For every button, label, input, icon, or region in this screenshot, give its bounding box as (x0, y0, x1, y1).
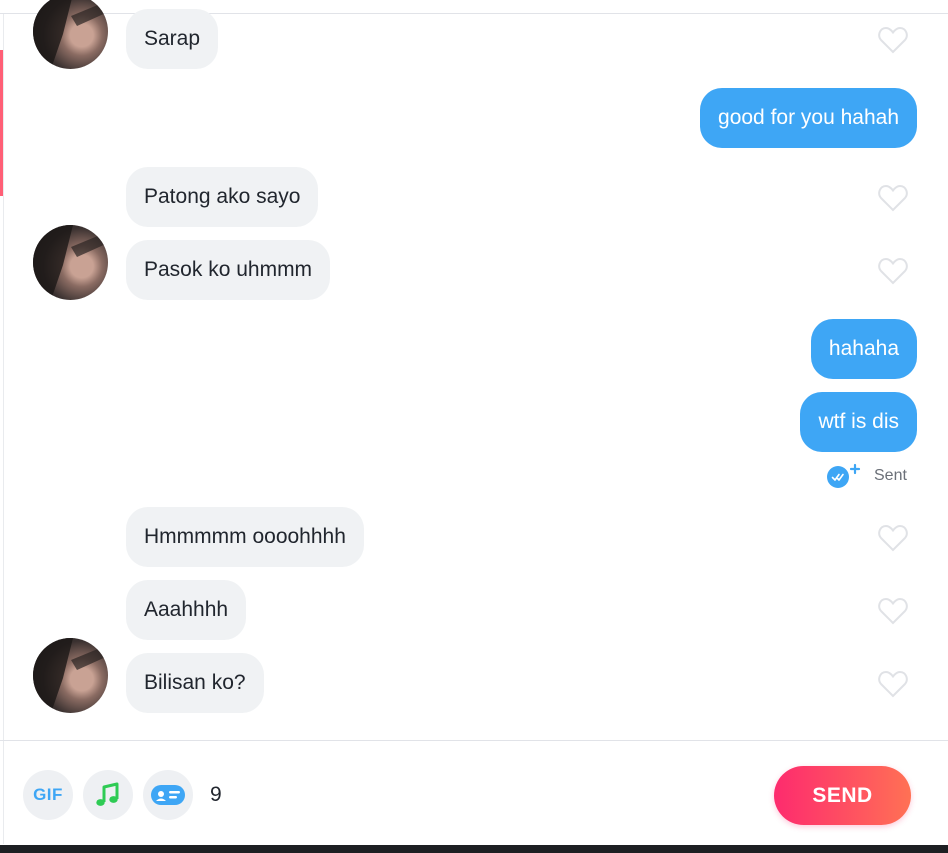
message-bubble-incoming[interactable]: Aaahhhh (126, 580, 247, 640)
message-bubble-incoming[interactable]: Hmmmmm oooohhhh (126, 507, 364, 567)
heart-icon[interactable] (878, 184, 908, 212)
gif-button[interactable]: GIF (23, 770, 73, 820)
heart-icon[interactable] (878, 524, 908, 552)
send-button[interactable]: SEND (774, 766, 911, 825)
read-receipt-icon (827, 463, 861, 488)
avatar[interactable] (33, 225, 108, 300)
sticker-icon (151, 785, 185, 805)
avatar[interactable] (33, 0, 108, 69)
avatar[interactable] (33, 638, 108, 713)
message-bubble-incoming[interactable]: Bilisan ko? (126, 653, 264, 713)
message-bubble-outgoing[interactable]: wtf is dis (800, 392, 917, 452)
panel-border (3, 14, 4, 844)
message-bubble-incoming[interactable]: Sarap (126, 9, 219, 69)
heart-icon[interactable] (878, 26, 908, 54)
taskbar-edge (0, 845, 948, 853)
message-bubble-incoming[interactable]: Pasok ko uhmmm (126, 240, 331, 300)
heart-icon[interactable] (878, 257, 908, 285)
sent-label: Sent (874, 467, 907, 484)
sticker-button[interactable] (143, 770, 193, 820)
gif-label: GIF (33, 785, 63, 804)
heart-icon[interactable] (878, 597, 908, 625)
message-bubble-outgoing[interactable]: hahaha (810, 319, 917, 379)
composer-divider (0, 740, 948, 741)
heart-icon[interactable] (878, 670, 908, 698)
message-bubble-incoming[interactable]: Patong ako sayo (126, 167, 319, 227)
music-note-icon (96, 782, 119, 806)
message-bubble-outgoing[interactable]: good for you hahah (700, 88, 917, 148)
character-count: 9 (210, 783, 222, 806)
music-button[interactable] (83, 770, 133, 820)
